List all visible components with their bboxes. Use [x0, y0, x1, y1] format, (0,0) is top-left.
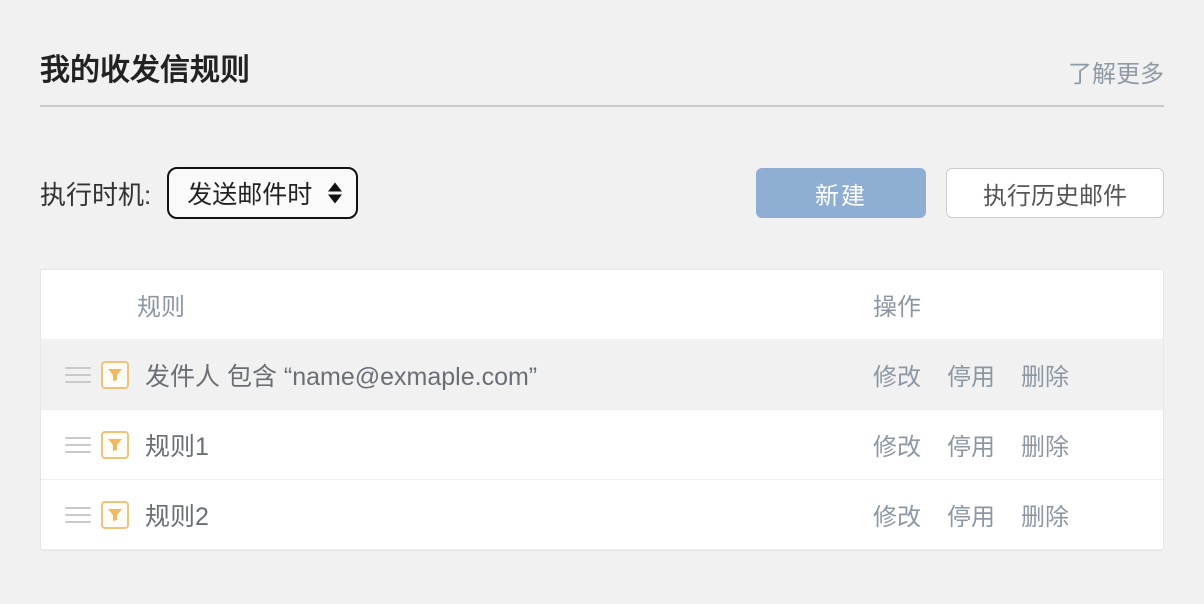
rule-name: 规则1: [145, 427, 873, 463]
row-ops: 修改停用删除: [873, 427, 1133, 462]
table-row[interactable]: 规则1修改停用删除: [41, 410, 1163, 480]
filter-icon: [101, 361, 129, 389]
drag-handle-icon[interactable]: [61, 367, 101, 383]
drag-handle-icon[interactable]: [61, 437, 101, 453]
delete-link[interactable]: 删除: [1021, 497, 1069, 532]
page-title: 我的收发信规则: [40, 45, 250, 89]
timing-label: 执行时机:: [40, 175, 151, 212]
edit-link[interactable]: 修改: [873, 357, 921, 392]
timing-select[interactable]: 发送邮件时: [167, 167, 358, 219]
table-row[interactable]: 规则2修改停用删除: [41, 480, 1163, 550]
learn-more-link[interactable]: 了解更多: [1068, 54, 1164, 89]
drag-handle-icon[interactable]: [61, 507, 101, 523]
table-row[interactable]: 发件人 包含 “name@exmaple.com”修改停用删除: [41, 340, 1163, 410]
timing-select-value: 发送邮件时: [187, 175, 312, 211]
edit-link[interactable]: 修改: [873, 427, 921, 462]
new-rule-button[interactable]: 新建: [756, 168, 926, 218]
apply-history-button[interactable]: 执行历史邮件: [946, 168, 1164, 218]
col-header-rule: 规则: [137, 287, 873, 322]
delete-link[interactable]: 删除: [1021, 357, 1069, 392]
rule-name: 规则2: [145, 497, 873, 533]
rule-name: 发件人 包含 “name@exmaple.com”: [145, 357, 873, 393]
updown-caret-icon: [326, 183, 344, 204]
filter-icon: [101, 431, 129, 459]
table-header-row: 规则 操作: [41, 270, 1163, 340]
filter-icon: [101, 501, 129, 529]
row-ops: 修改停用删除: [873, 357, 1133, 392]
disable-link[interactable]: 停用: [947, 357, 995, 392]
rules-table: 规则 操作 发件人 包含 “name@exmaple.com”修改停用删除规则1…: [40, 269, 1164, 551]
delete-link[interactable]: 删除: [1021, 427, 1069, 462]
disable-link[interactable]: 停用: [947, 497, 995, 532]
disable-link[interactable]: 停用: [947, 427, 995, 462]
edit-link[interactable]: 修改: [873, 497, 921, 532]
col-header-ops: 操作: [873, 287, 1133, 322]
row-ops: 修改停用删除: [873, 497, 1133, 532]
